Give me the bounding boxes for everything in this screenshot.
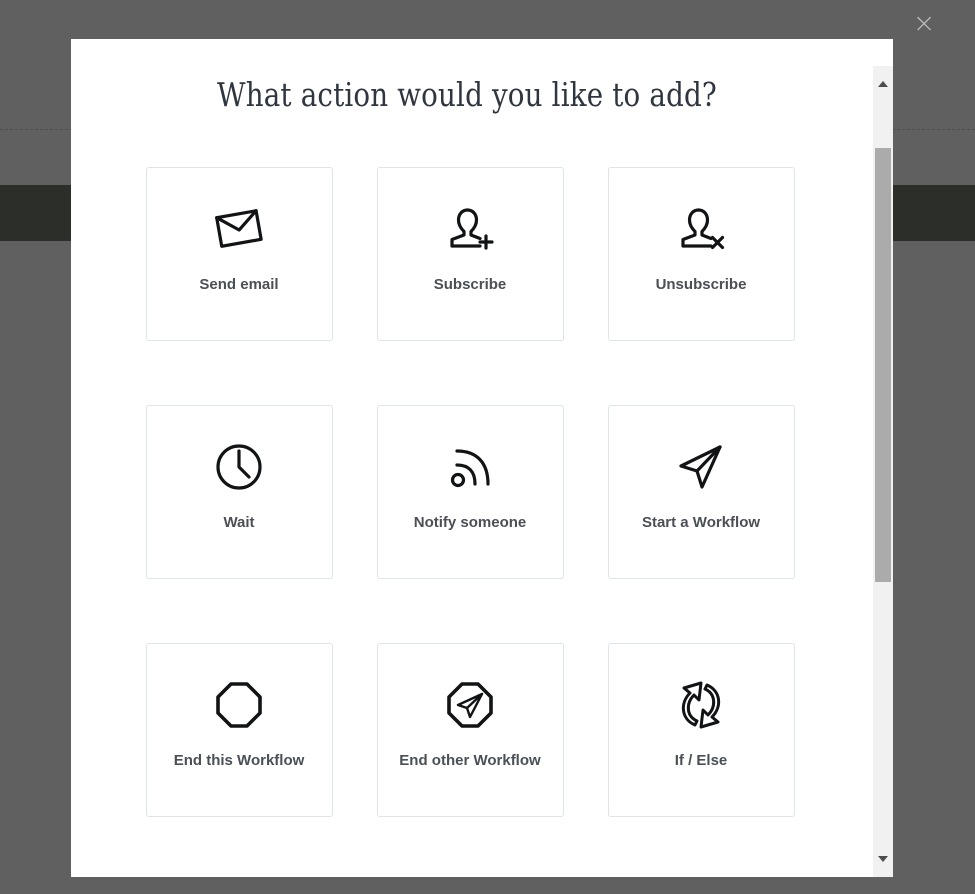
action-card-end-this-workflow[interactable]: End this Workflow bbox=[145, 643, 333, 817]
dialog-content: What action would you like to add? Send … bbox=[71, 39, 863, 877]
page-title: What action would you like to add? bbox=[217, 75, 717, 114]
scrollbar-up-button[interactable] bbox=[873, 74, 893, 94]
dialog-scrollbar[interactable] bbox=[873, 66, 893, 877]
add-action-dialog: What action would you like to add? Send … bbox=[71, 39, 893, 877]
user-plus-icon bbox=[442, 198, 498, 260]
action-card-send-email[interactable]: Send email bbox=[145, 167, 333, 341]
action-grid: Send email Subscribe Unsubscribe Wait No… bbox=[71, 167, 863, 817]
action-card-label: End this Workflow bbox=[173, 752, 305, 769]
broadcast-icon bbox=[443, 436, 497, 498]
action-card-label: Unsubscribe bbox=[655, 276, 747, 293]
action-card-label: Start a Workflow bbox=[641, 514, 761, 531]
action-card-label: Subscribe bbox=[433, 276, 507, 293]
action-card-label: If / Else bbox=[674, 752, 728, 769]
chevron-up-icon bbox=[878, 81, 888, 87]
action-card-label: Wait bbox=[223, 514, 255, 531]
octagon-icon bbox=[213, 674, 265, 736]
action-card-label: Send email bbox=[199, 276, 279, 293]
action-card-end-other-workflow[interactable]: End other Workflow bbox=[376, 643, 564, 817]
action-card-notify-someone[interactable]: Notify someone bbox=[376, 405, 564, 579]
user-remove-icon bbox=[673, 198, 729, 260]
envelope-icon bbox=[210, 198, 268, 260]
clock-icon bbox=[213, 436, 265, 498]
action-card-label: End other Workflow bbox=[399, 752, 541, 769]
action-card-start-a-workflow[interactable]: Start a Workflow bbox=[607, 405, 795, 579]
action-card-subscribe[interactable]: Subscribe bbox=[376, 167, 564, 341]
action-card-unsubscribe[interactable]: Unsubscribe bbox=[607, 167, 795, 341]
action-card-wait[interactable]: Wait bbox=[145, 405, 333, 579]
paper-plane-icon bbox=[674, 436, 728, 498]
scrollbar-down-button[interactable] bbox=[873, 849, 893, 869]
action-card-if-else[interactable]: If / Else bbox=[607, 643, 795, 817]
branch-arrows-icon bbox=[673, 674, 729, 736]
scrollbar-thumb[interactable] bbox=[875, 148, 891, 582]
action-card-label: Notify someone bbox=[413, 514, 527, 531]
chevron-down-icon bbox=[878, 856, 888, 862]
close-icon[interactable]: × bbox=[909, 8, 939, 38]
octagon-arrow-icon bbox=[444, 674, 496, 736]
